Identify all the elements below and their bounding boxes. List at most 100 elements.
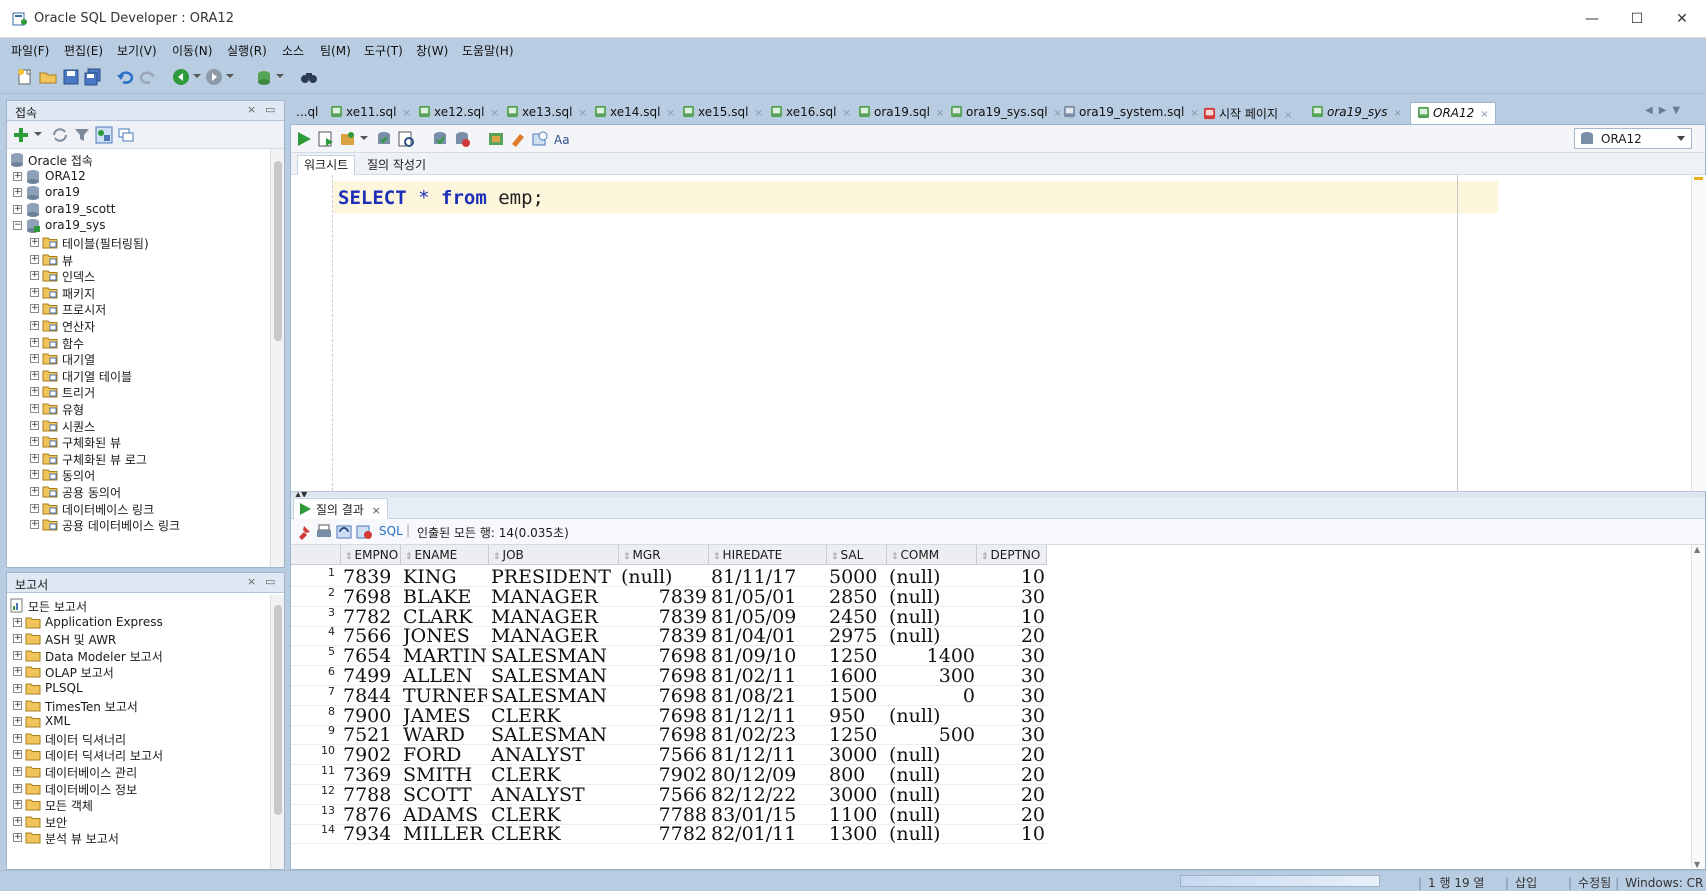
save-icon[interactable] bbox=[62, 68, 80, 86]
table-cell-deptno[interactable]: 10 bbox=[979, 824, 1045, 844]
editor-tab[interactable]: xe11.sql × bbox=[324, 102, 417, 124]
menu-source[interactable]: 소스 bbox=[282, 42, 304, 59]
close-icon[interactable]: × bbox=[372, 504, 381, 517]
expand-toggle-icon[interactable]: + bbox=[13, 204, 22, 214]
table-cell-sal[interactable]: 3000 bbox=[829, 745, 885, 765]
table-cell-sal[interactable]: 2975 bbox=[829, 626, 885, 646]
table-cell-hiredate[interactable]: 81/11/17 bbox=[711, 567, 825, 587]
table-cell-job[interactable]: ANALYST bbox=[491, 745, 617, 765]
forward-icon[interactable] bbox=[205, 68, 223, 86]
table-cell-comm[interactable]: 500 bbox=[889, 725, 975, 745]
report-tree-item[interactable]: + PLSQL bbox=[7, 680, 267, 698]
table-cell-empno[interactable]: 7369 bbox=[343, 765, 399, 785]
report-tree-item[interactable]: + 분석 뷰 보고서 bbox=[7, 829, 267, 847]
history-icon[interactable] bbox=[531, 130, 549, 148]
menu-window[interactable]: 창(W) bbox=[416, 42, 448, 59]
back-icon[interactable] bbox=[172, 68, 190, 86]
connection-tree-item[interactable]: + 시퀀스 bbox=[7, 417, 267, 435]
connection-tree-item[interactable]: + 대기열 bbox=[7, 350, 267, 368]
expand-toggle-icon[interactable]: + bbox=[30, 337, 39, 347]
menu-navigate[interactable]: 이동(N) bbox=[172, 42, 212, 59]
table-cell-empno[interactable]: 7566 bbox=[343, 626, 399, 646]
connection-tree-item[interactable]: + 프로시저 bbox=[7, 300, 267, 318]
expand-toggle-icon[interactable]: + bbox=[30, 271, 39, 281]
table-cell-mgr[interactable]: 7566 bbox=[621, 745, 707, 765]
table-cell-sal[interactable]: 2450 bbox=[829, 607, 885, 627]
report-tree-item[interactable]: + Data Modeler 보고서 bbox=[7, 647, 267, 665]
table-cell-empno[interactable]: 7521 bbox=[343, 725, 399, 745]
expand-toggle-icon[interactable]: + bbox=[13, 800, 22, 810]
table-cell-ename[interactable]: MILLER bbox=[403, 824, 487, 844]
report-tree-item[interactable]: + 보안 bbox=[7, 813, 267, 831]
result-scrollbar[interactable]: ▲ ▼ bbox=[1691, 545, 1705, 869]
expand-toggle-icon[interactable]: + bbox=[30, 254, 39, 264]
close-button[interactable]: ✕ bbox=[1660, 8, 1704, 30]
report-tree-item[interactable]: + 데이터 딕셔너리 보고서 bbox=[7, 746, 267, 764]
menu-file[interactable]: 파일(F) bbox=[11, 42, 49, 59]
forward-dropdown-icon[interactable] bbox=[226, 74, 234, 78]
expand-toggle-icon[interactable]: + bbox=[13, 733, 22, 743]
table-cell-sal[interactable]: 1600 bbox=[829, 666, 885, 686]
column-header[interactable]: ⇕ JOB bbox=[489, 545, 619, 565]
print-icon[interactable] bbox=[315, 523, 333, 541]
connection-tree-item[interactable]: + 구체화된 뷰 bbox=[7, 433, 267, 451]
table-cell-hiredate[interactable]: 81/08/21 bbox=[711, 686, 825, 706]
expand-toggle-icon[interactable]: + bbox=[30, 304, 39, 314]
table-cell-mgr[interactable]: 7788 bbox=[621, 805, 707, 825]
table-cell-mgr[interactable]: 7698 bbox=[621, 686, 707, 706]
table-cell-hiredate[interactable]: 81/02/23 bbox=[711, 725, 825, 745]
sort-icon[interactable]: ⇕ bbox=[345, 552, 353, 562]
table-cell-hiredate[interactable]: 81/04/01 bbox=[711, 626, 825, 646]
expand-toggle-icon[interactable]: + bbox=[13, 833, 22, 843]
table-cell-ename[interactable]: CLARK bbox=[403, 607, 487, 627]
table-cell-ename[interactable]: TURNER bbox=[403, 686, 487, 706]
refresh-icon[interactable] bbox=[51, 126, 69, 144]
expand-toggle-icon[interactable]: + bbox=[30, 470, 39, 480]
table-cell-deptno[interactable]: 20 bbox=[979, 626, 1045, 646]
table-cell-deptno[interactable]: 30 bbox=[979, 587, 1045, 607]
table-cell-comm[interactable]: 0 bbox=[889, 686, 975, 706]
table-cell-comm[interactable]: (null) bbox=[889, 567, 975, 587]
sql-link[interactable]: SQL bbox=[379, 524, 403, 538]
table-cell-ename[interactable]: SCOTT bbox=[403, 785, 487, 805]
sql-worksheet-icon[interactable] bbox=[255, 68, 273, 86]
table-cell-ename[interactable]: JAMES bbox=[403, 706, 487, 726]
report-tree-item[interactable]: + 모든 객체 bbox=[7, 796, 267, 814]
table-cell-mgr[interactable]: 7698 bbox=[621, 706, 707, 726]
refresh-result-icon[interactable] bbox=[335, 523, 353, 541]
expand-toggle-icon[interactable]: + bbox=[13, 700, 22, 710]
connection-tree-item[interactable]: + 대기열 테이블 bbox=[7, 367, 267, 385]
table-cell-hiredate[interactable]: 81/05/09 bbox=[711, 607, 825, 627]
table-cell-sal[interactable]: 950 bbox=[829, 706, 885, 726]
table-cell-ename[interactable]: WARD bbox=[403, 725, 487, 745]
table-cell-comm[interactable]: (null) bbox=[889, 765, 975, 785]
table-cell-hiredate[interactable]: 81/12/11 bbox=[711, 745, 825, 765]
editor-tab[interactable]: xe14.sql × bbox=[588, 102, 681, 124]
expand-toggle-icon[interactable]: + bbox=[13, 171, 22, 181]
report-tree-item[interactable]: + Application Express bbox=[7, 614, 267, 632]
expand-toggle-icon[interactable]: + bbox=[30, 404, 39, 413]
table-cell-ename[interactable]: JONES bbox=[403, 626, 487, 646]
minimize-button[interactable]: — bbox=[1570, 8, 1614, 30]
connection-tree-item[interactable]: + 유형 bbox=[7, 400, 267, 418]
menu-tools[interactable]: 도구(T) bbox=[364, 42, 403, 59]
expand-toggle-icon[interactable]: + bbox=[30, 387, 39, 397]
commit-icon[interactable] bbox=[375, 130, 393, 148]
table-cell-job[interactable]: SALESMAN bbox=[491, 725, 617, 745]
table-cell-job[interactable]: CLERK bbox=[491, 824, 617, 844]
table-cell-sal[interactable]: 2850 bbox=[829, 587, 885, 607]
table-cell-mgr[interactable]: (null) bbox=[621, 567, 707, 587]
table-cell-job[interactable]: CLERK bbox=[491, 765, 617, 785]
table-cell-empno[interactable]: 7839 bbox=[343, 567, 399, 587]
sql-tuning-icon[interactable] bbox=[487, 130, 505, 148]
table-cell-hiredate[interactable]: 82/12/22 bbox=[711, 785, 825, 805]
table-cell-ename[interactable]: ADAMS bbox=[403, 805, 487, 825]
connection-tree-item[interactable]: + 연산자 bbox=[7, 317, 267, 335]
table-cell-empno[interactable]: 7876 bbox=[343, 805, 399, 825]
connection-tree-item[interactable]: + 패키지 bbox=[7, 284, 267, 302]
expand-toggle-icon[interactable]: + bbox=[13, 667, 22, 677]
reports-scroll-thumb[interactable] bbox=[274, 605, 282, 815]
connection-tree-item[interactable]: + 데이터베이스 링크 bbox=[7, 500, 267, 518]
table-cell-job[interactable]: CLERK bbox=[491, 706, 617, 726]
close-tab-icon[interactable]: × bbox=[1480, 109, 1488, 120]
